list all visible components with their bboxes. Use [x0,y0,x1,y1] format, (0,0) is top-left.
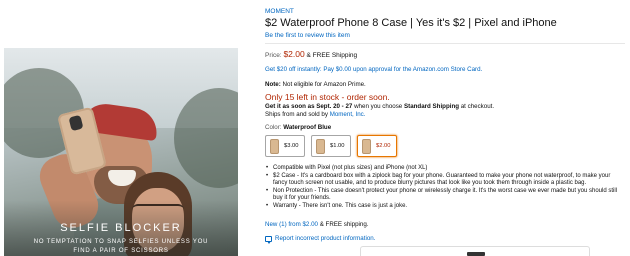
image-caption: SELFIE BLOCKER NO TEMPTATION TO SNAP SEL… [4,200,238,256]
color-value: Waterproof Blue [283,124,332,131]
product-title: $2 Waterproof Phone 8 Case | Yes it's $2… [265,17,557,29]
feature-bullet: Compatible with Pixel (not plus sizes) a… [265,165,625,173]
swatch-price: $3.00 [284,143,299,149]
prime-logo-icon [467,252,485,256]
color-swatch-3-selected[interactable]: $2.00 [357,135,397,157]
caption-line-1: NO TEMPTATION TO SNAP SELFIES UNLESS YOU [33,239,209,245]
feature-bullet: $2 Case - It's a cardboard box with a zi… [265,173,625,188]
brand-link[interactable]: MOMENT [265,8,294,15]
product-image[interactable]: SELFIE BLOCKER NO TEMPTATION TO SNAP SEL… [4,48,238,256]
divider [265,43,625,44]
report-link[interactable]: Report incorrect product information. [265,235,376,244]
new-offers-link[interactable]: New (1) from $2.00 [265,221,318,228]
new-offers-suffix: & FREE shipping. [319,221,369,228]
swatch-thumbnail [362,138,371,154]
free-shipping-text: & FREE Shipping [306,52,358,59]
color-selection: Color: Waterproof Blue [265,124,331,131]
stock-status: Only 15 left in stock - order soon. [265,92,390,102]
price-row: Price: $2.00 & FREE Shipping [265,49,357,59]
feature-bullets: Compatible with Pixel (not plus sizes) a… [265,165,625,211]
speech-bubble-icon [265,235,272,244]
store-card-offer-link[interactable]: Get $20 off instantly: Pay $0.00 upon ap… [265,66,482,73]
price-value: $2.00 [283,49,305,59]
feature-bullet: Warranty - There isn't one. This case is… [265,203,625,211]
delivery-mid: when you choose [354,103,403,110]
color-swatch-2[interactable]: $1.00 [311,135,351,157]
new-offers: New (1) from $2.00 & FREE shipping. [265,221,369,228]
color-label: Color: [265,124,282,131]
color-swatch-1[interactable]: $3.00 [265,135,305,157]
note-text: Not eligible for Amazon Prime. [282,81,366,88]
delivery-option: Standard Shipping [404,103,459,110]
caption-line-2: FIND A PAIR OF SCISSORS [73,248,169,254]
prime-note: Note: Not eligible for Amazon Prime. [265,81,366,88]
caption-title: SELFIE BLOCKER [60,222,182,234]
report-link-text: Report incorrect product information. [275,235,376,242]
note-label: Note: [265,81,281,88]
swatch-price: $2.00 [376,143,391,149]
seller-link[interactable]: Moment, Inc. [330,111,366,118]
swatch-price: $1.00 [330,143,345,149]
delivery-suffix: at checkout. [460,103,495,110]
delivery-estimate: Get it as soon as Sept. 20 - 27 when you… [265,103,494,110]
review-link[interactable]: Be the first to review this item [265,32,350,39]
ships-prefix: Ships from and sold by [265,111,328,118]
swatch-thumbnail [270,138,279,154]
swatch-thumbnail [316,138,325,154]
delivery-date: Get it as soon as Sept. 20 - 27 [265,103,353,110]
feature-bullet: Non Protection - This case doesn't prote… [265,188,625,203]
buy-box-edge [360,246,590,256]
price-label: Price: [265,52,282,59]
seller-info: Ships from and sold by Moment, Inc. [265,111,365,118]
